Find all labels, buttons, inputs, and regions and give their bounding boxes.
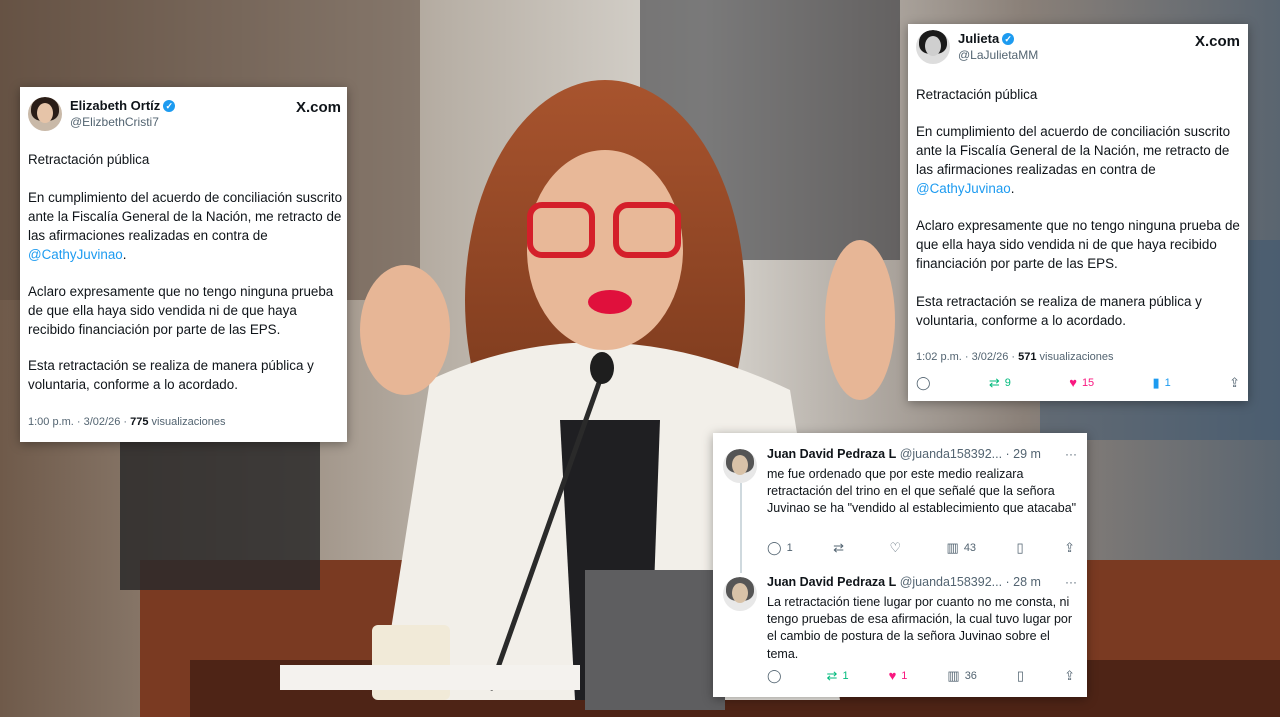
share-icon: ⇪ bbox=[1064, 540, 1075, 555]
tweet-title: Retractación pública bbox=[916, 87, 1038, 102]
reply-header: Juan David Pedraza L @juanda158392... · … bbox=[767, 575, 1041, 589]
like-button[interactable]: ♥ 1 bbox=[889, 669, 908, 682]
user-handle: @juanda158392... bbox=[899, 447, 1003, 461]
mention-link[interactable]: @CathyJuvinao bbox=[28, 247, 123, 262]
reply-button[interactable]: ◯ bbox=[767, 669, 787, 682]
tweet-paragraph-2: Aclaro expresamente que no tengo ninguna… bbox=[28, 284, 334, 337]
timestamp: · 28 m bbox=[1005, 575, 1041, 589]
share-button[interactable]: ⇪ bbox=[1229, 376, 1240, 389]
verified-badge-icon: ✓ bbox=[1002, 33, 1015, 45]
display-name: Juan David Pedraza L bbox=[767, 575, 897, 589]
tweet-title: Retractación pública bbox=[28, 152, 150, 167]
reply-button[interactable]: ◯ bbox=[916, 376, 931, 389]
reply-icon: ◯ bbox=[767, 668, 782, 683]
views-button[interactable]: ▥ 36 bbox=[947, 669, 977, 682]
tweet-header: Elizabeth Ortíz ✓ @ElizbethCristi7 bbox=[28, 97, 176, 131]
avatar[interactable] bbox=[916, 30, 950, 64]
repost-button[interactable]: ⇄ 1 bbox=[827, 669, 849, 682]
avatar[interactable] bbox=[723, 577, 757, 611]
more-options-icon[interactable]: ··· bbox=[1065, 575, 1077, 589]
repost-icon: ⇄ bbox=[833, 540, 845, 555]
tweet-meta: 1:02 p.m. · 3/02/26 · 571 visualizacione… bbox=[916, 351, 1114, 363]
verified-badge-icon: ✓ bbox=[163, 100, 176, 112]
tweet-meta: 1:00 p.m. · 3/02/26 · 775 visualizacione… bbox=[28, 416, 226, 428]
view-count: 775 bbox=[130, 416, 149, 428]
x-logo-icon: X.com bbox=[295, 99, 341, 116]
reply-actions: ◯ ⇄ 1 ♥ 1 ▥ 36 ▯ ⇪ bbox=[767, 669, 1075, 682]
x-logo-icon: X.com bbox=[1194, 33, 1240, 50]
tweet-paragraph-1: En cumplimiento del acuerdo de conciliac… bbox=[916, 124, 1231, 196]
heart-icon: ♥ bbox=[1069, 375, 1077, 390]
reply-thread-card[interactable]: Juan David Pedraza L @juanda158392... · … bbox=[713, 433, 1087, 697]
timestamp: · 29 m bbox=[1005, 447, 1041, 461]
like-button[interactable]: ♥ 15 bbox=[1069, 376, 1094, 389]
bar-chart-icon: ▥ bbox=[947, 668, 960, 683]
share-button[interactable]: ⇪ bbox=[1064, 541, 1075, 554]
heart-icon: ♥ bbox=[888, 668, 897, 683]
display-name: Juan David Pedraza L bbox=[767, 447, 897, 461]
tweet-actions: ◯ ⇄ 9 ♥ 15 ▮ 1 ⇪ bbox=[916, 376, 1240, 389]
avatar[interactable] bbox=[723, 449, 757, 483]
display-name[interactable]: Julieta bbox=[958, 31, 999, 47]
bookmark-button[interactable]: ▯ bbox=[1016, 541, 1023, 554]
share-icon: ⇪ bbox=[1229, 375, 1240, 390]
reply-button[interactable]: ◯ 1 bbox=[767, 541, 793, 554]
user-handle: @juanda158392... bbox=[899, 575, 1003, 589]
heart-icon: ♡ bbox=[889, 540, 902, 555]
repost-icon: ⇄ bbox=[988, 375, 1000, 390]
bookmark-button[interactable]: ▮ 1 bbox=[1153, 376, 1171, 389]
reply-icon: ◯ bbox=[767, 540, 782, 555]
share-button[interactable]: ⇪ bbox=[1064, 669, 1075, 682]
thread-line bbox=[740, 483, 742, 573]
tweet-header: Julieta ✓ @LaJulietaMM bbox=[916, 30, 1038, 64]
bookmark-icon: ▯ bbox=[1016, 540, 1024, 555]
bar-chart-icon: ▥ bbox=[946, 540, 959, 555]
mention-link[interactable]: @CathyJuvinao bbox=[916, 181, 1011, 196]
like-button[interactable]: ♡ bbox=[889, 541, 906, 554]
reply-text: La retractación tiene lugar por cuanto n… bbox=[767, 595, 1073, 661]
repost-button[interactable]: ⇄ bbox=[833, 541, 849, 554]
user-handle[interactable]: @ElizbethCristi7 bbox=[70, 114, 175, 130]
avatar[interactable] bbox=[28, 97, 62, 131]
tweet-paragraph-3: Esta retractación se realiza de manera p… bbox=[28, 358, 314, 392]
tweet-paragraph-1: En cumplimiento del acuerdo de conciliac… bbox=[28, 190, 343, 262]
reply-text: me fue ordenado que por este medio reali… bbox=[767, 467, 1077, 516]
bookmark-icon: ▮ bbox=[1152, 375, 1160, 390]
views-button[interactable]: ▥ 43 bbox=[947, 541, 977, 554]
repost-icon: ⇄ bbox=[826, 668, 838, 683]
bookmark-icon: ▯ bbox=[1016, 668, 1025, 683]
user-handle[interactable]: @LaJulietaMM bbox=[958, 47, 1038, 63]
tweet-paragraph-3: Esta retractación se realiza de manera p… bbox=[916, 294, 1202, 328]
reply-header: Juan David Pedraza L @juanda158392... · … bbox=[767, 447, 1041, 461]
view-count: 571 bbox=[1018, 351, 1037, 363]
tweet-card-elizabeth[interactable]: Elizabeth Ortíz ✓ @ElizbethCristi7 X.com … bbox=[20, 87, 347, 442]
display-name[interactable]: Elizabeth Ortíz bbox=[70, 98, 160, 114]
share-icon: ⇪ bbox=[1064, 668, 1075, 683]
bookmark-button[interactable]: ▯ bbox=[1017, 669, 1024, 682]
reply-actions: ◯ 1 ⇄ ♡ ▥ 43 ▯ ⇪ bbox=[767, 541, 1075, 554]
reply-icon: ◯ bbox=[916, 375, 931, 390]
repost-button[interactable]: ⇄ 9 bbox=[989, 376, 1011, 389]
more-options-icon[interactable]: ··· bbox=[1065, 447, 1077, 461]
tweet-card-julieta[interactable]: Julieta ✓ @LaJulietaMM X.com Retractación… bbox=[908, 24, 1248, 401]
tweet-paragraph-2: Aclaro expresamente que no tengo ninguna… bbox=[916, 218, 1240, 271]
